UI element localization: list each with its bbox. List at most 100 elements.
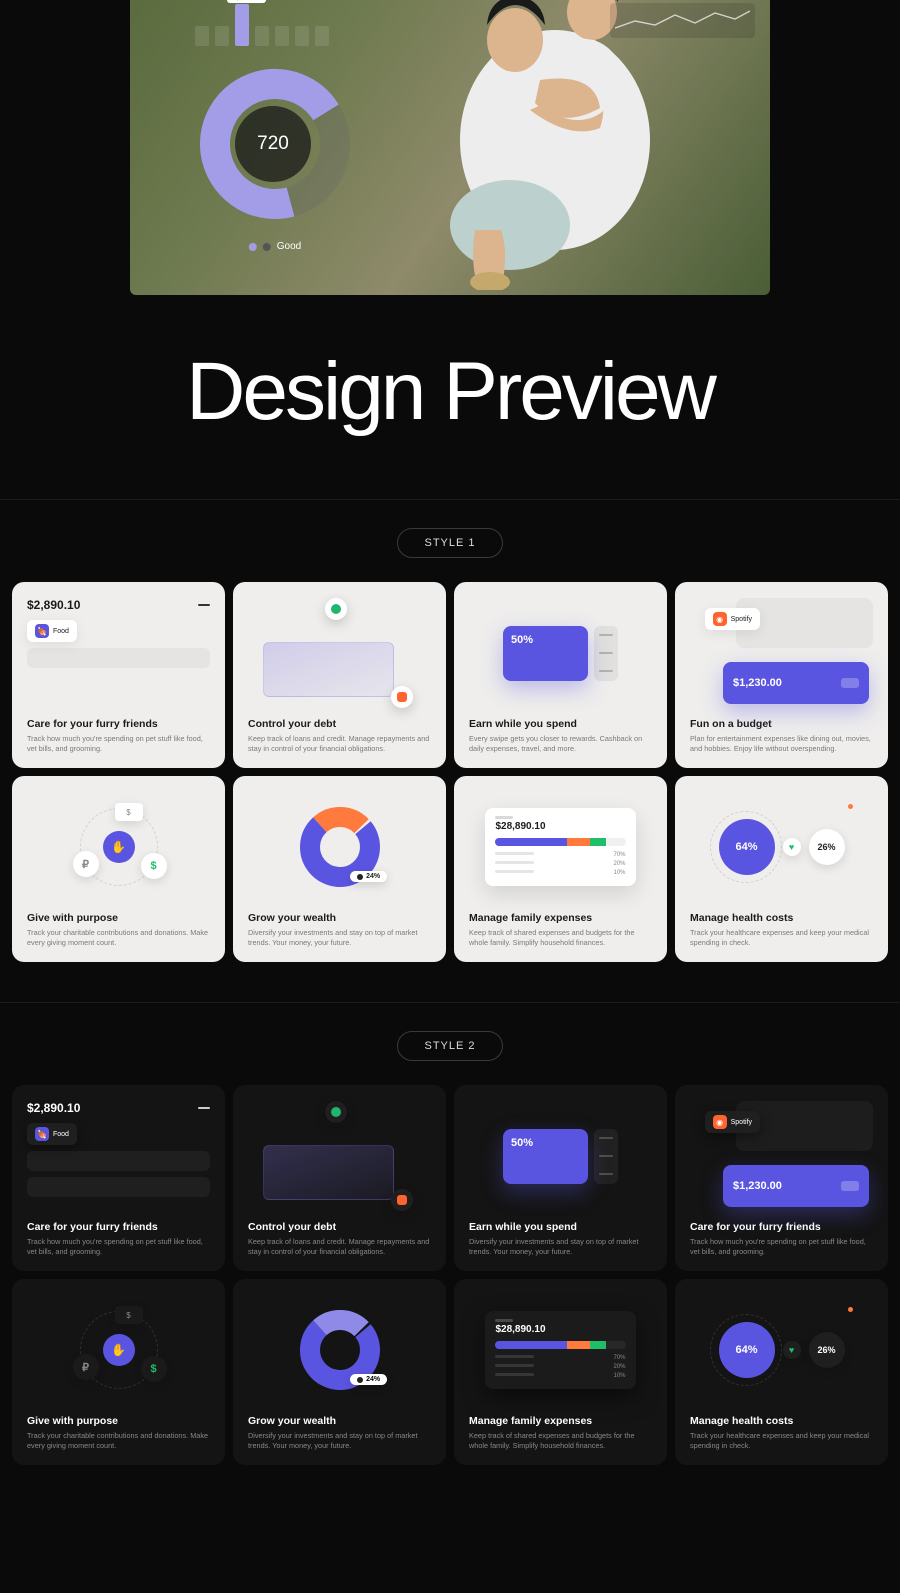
dollar-tag-icon: $ [115,1306,143,1324]
card-grow-dark[interactable]: 24% Grow your wealth Diversify your inve… [233,1279,446,1465]
hand-coin-icon: ✋ [103,1334,135,1366]
grow-desc: Diversify your investments and stay on t… [248,928,431,948]
hero-bar-chart: 6,543.00 [195,10,329,46]
fun-amount-card: $1,230.00 [723,1165,869,1207]
style2-card4-title: Care for your furry friends [690,1221,873,1233]
fun-pill-label-dark: Spotify [731,1119,752,1126]
translucent-card-illo [263,1145,395,1200]
debt-desc: Keep track of loans and credit. Manage r… [248,734,431,754]
hero-donut-chart: 720 Good [185,54,365,234]
furry-title: Care for your furry friends [27,718,210,730]
give-desc-dark: Track your charitable contributions and … [27,1431,210,1451]
fun-amount: $1,230.00 [733,677,782,689]
furry-desc-dark: Track how much you're spending on pet st… [27,1237,210,1257]
furry-title-dark: Care for your furry friends [27,1221,210,1233]
hero-line-chart [610,3,755,38]
card-furry-friends[interactable]: $2,890.10 🍖 Food Care for your furry fri… [12,582,225,768]
card-furry-friends-dark[interactable]: $2,890.10 🍖 Food Care for your furry fri… [12,1085,225,1271]
translucent-card-illo [263,642,395,697]
fun-pill-label: Spotify [731,616,752,623]
health-desc: Track your healthcare expenses and keep … [690,928,873,948]
income-dot-icon [325,598,347,620]
furry-pill-label: Food [53,628,69,635]
dollar-icon: $ [141,1356,167,1382]
style-2-grid: $2,890.10 🍖 Food Care for your furry fri… [0,1085,900,1495]
donut-legend-text: Good [277,241,301,252]
ruble-icon: ₽ [73,851,99,877]
health-title: Manage health costs [690,912,873,924]
grow-badge: 24% [350,871,387,882]
card-debt[interactable]: Control your debt Keep track of loans an… [233,582,446,768]
heart-icon: ♥ [783,1341,801,1359]
page-headline: Design Preview [0,345,900,439]
card-give[interactable]: $ ✋ ₽ $ Give with purpose Track your cha… [12,776,225,962]
fun-amount-card: $1,230.00 [723,662,869,704]
family-amount: $28,890.10 [495,821,625,832]
give-title-dark: Give with purpose [27,1415,210,1427]
furry-amount: $2,890.10 [27,598,80,612]
card-earn[interactable]: 50% Earn while you spend Every swipe get… [454,582,667,768]
family-progress-bar [495,1341,625,1349]
debt-title: Control your debt [248,718,431,730]
credit-card-illo: 50% [503,626,588,681]
card-back-strip [594,626,618,681]
card-family[interactable]: $28,890.10 70% 20% 10% Manage family exp… [454,776,667,962]
donut-legend: Good [249,241,301,252]
dollar-icon: $ [141,853,167,879]
fun-desc: Plan for entertainment expenses like din… [690,734,873,754]
earn-desc: Every swipe gets you closer to rewards. … [469,734,652,754]
credit-card-illo: 50% [503,1129,588,1184]
card-health-dark[interactable]: 64% ♥ 26% Manage health costs Track your… [675,1279,888,1465]
debt-title-dark: Control your debt [248,1221,431,1233]
family-title: Manage family expenses [469,912,652,924]
family-title-dark: Manage family expenses [469,1415,652,1427]
furry-desc: Track how much you're spending on pet st… [27,734,210,754]
earn-percent-dark: 50% [511,1137,533,1149]
family-progress-bar [495,838,625,846]
furry-pill-label-dark: Food [53,1131,69,1138]
donut-value: 720 [235,106,311,182]
style2-card4-desc: Track how much you're spending on pet st… [690,1237,873,1257]
debt-desc-dark: Keep track of loans and credit. Manage r… [248,1237,431,1257]
fun-title: Fun on a budget [690,718,873,730]
card-fun-dark[interactable]: ◉ Spotify $1,230.00 Care for your furry … [675,1085,888,1271]
expense-dot-icon [391,686,413,708]
grow-title-dark: Grow your wealth [248,1415,431,1427]
earn-desc-dark: Diversify your investments and stay on t… [469,1237,652,1257]
hero-banner: 6,543.00 720 Good [0,0,900,295]
income-dot-icon [325,1101,347,1123]
health-big-pct: 64% [719,819,775,875]
grow-badge-dark: 24% [350,1374,387,1385]
card-earn-dark[interactable]: 50% Earn while you spend Diversify your … [454,1085,667,1271]
earn-percent: 50% [511,634,533,646]
spotify-icon: ◉ [713,1115,727,1129]
earn-title-dark: Earn while you spend [469,1221,652,1233]
family-amount-dark: $28,890.10 [495,1324,625,1335]
health-small-pct-dark: 26% [809,1332,845,1368]
health-desc-dark: Track your healthcare expenses and keep … [690,1431,873,1451]
grow-desc-dark: Diversify your investments and stay on t… [248,1431,431,1451]
heart-icon: ♥ [783,838,801,856]
card-debt-dark[interactable]: Control your debt Keep track of loans an… [233,1085,446,1271]
health-small-pct: 26% [809,829,845,865]
card-fun[interactable]: ◉ Spotify $1,230.00 Fun on a budget Plan… [675,582,888,768]
card-give-dark[interactable]: $ ✋ ₽ $ Give with purpose Track your cha… [12,1279,225,1465]
grow-title: Grow your wealth [248,912,431,924]
card-grow[interactable]: 24% Grow your wealth Diversify your inve… [233,776,446,962]
card-health[interactable]: 64% ♥ 26% Manage health costs Track your… [675,776,888,962]
style-1-grid: $2,890.10 🍖 Food Care for your furry fri… [0,582,900,992]
style-1-label: STYLE 1 [397,528,502,558]
family-desc: Keep track of shared expenses and budget… [469,928,652,948]
minus-icon [198,604,210,606]
spotify-icon: ◉ [713,612,727,626]
food-icon: 🍖 [35,624,49,638]
ruble-icon: ₽ [73,1354,99,1380]
give-title: Give with purpose [27,912,210,924]
give-desc: Track your charitable contributions and … [27,928,210,948]
card-family-dark[interactable]: $28,890.10 70% 20% 10% Manage family exp… [454,1279,667,1465]
minus-icon [198,1107,210,1109]
fun-amount-dark: $1,230.00 [733,1180,782,1192]
furry-amount-dark: $2,890.10 [27,1101,80,1115]
earn-title: Earn while you spend [469,718,652,730]
health-big-pct-dark: 64% [719,1322,775,1378]
